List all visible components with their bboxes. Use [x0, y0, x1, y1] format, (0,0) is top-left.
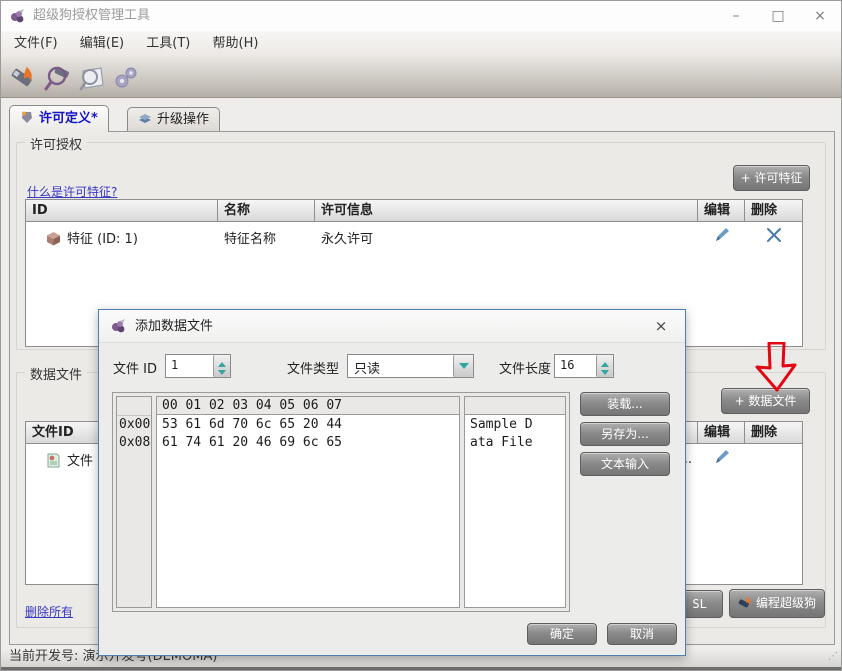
- file-type-value: 只读: [348, 355, 453, 377]
- view-report-icon[interactable]: [77, 63, 107, 93]
- col-header-id[interactable]: ID: [26, 200, 218, 221]
- toolbar: [1, 57, 841, 98]
- settings-gears-icon[interactable]: [111, 63, 141, 93]
- feature-id-text: 特征 (ID: 1): [67, 232, 138, 247]
- feature-license-text: 永久许可: [315, 228, 698, 247]
- add-datafile-dialog: 添加数据文件 × 文件 ID 1 文件类型 只读 文件长度 16 0x00 0x…: [98, 309, 686, 656]
- inspect-dongle-icon[interactable]: [43, 63, 73, 93]
- hex-bytes[interactable]: 61 74 61 20 46 69 6c 65: [157, 434, 459, 452]
- spin-up-icon[interactable]: [597, 355, 613, 366]
- tab-license-definition[interactable]: 许可定义*: [9, 105, 109, 132]
- datafile-id-text: 文件: [67, 454, 93, 469]
- license-tab-icon: [20, 110, 34, 124]
- cancel-button[interactable]: 取消: [607, 623, 677, 645]
- col-header-name[interactable]: 名称: [218, 200, 315, 221]
- hex-address: 0x00: [117, 416, 151, 434]
- resize-grip[interactable]: ⋰: [828, 651, 838, 662]
- delete-icon[interactable]: [764, 226, 784, 244]
- minimize-button[interactable]: –: [715, 1, 757, 31]
- menu-file[interactable]: 文件(F): [5, 31, 67, 57]
- dialog-close-icon[interactable]: ×: [649, 310, 673, 343]
- menu-edit[interactable]: 编辑(E): [71, 31, 133, 57]
- delete-all-link[interactable]: 删除所有: [25, 603, 73, 620]
- edit-icon[interactable]: [712, 226, 732, 244]
- spin-down-icon[interactable]: [597, 366, 613, 377]
- what-is-feature-link[interactable]: 什么是许可特征?: [27, 183, 117, 200]
- hex-column-header: 00 01 02 03 04 05 06 07: [156, 396, 460, 415]
- tab-label: 升级操作: [157, 112, 209, 127]
- menu-tools[interactable]: 工具(T): [137, 31, 199, 57]
- hex-address-column: 0x00 0x08: [116, 396, 152, 608]
- features-table-header: ID 名称 许可信息 编辑 删除: [26, 200, 802, 222]
- col-header-edit[interactable]: 编辑: [698, 422, 745, 443]
- program-dog-label: 编程超级狗: [756, 596, 816, 610]
- spin-up-icon[interactable]: [214, 355, 230, 366]
- hex-bytes[interactable]: 53 61 6d 70 6c 65 20 44: [157, 416, 459, 434]
- file-type-select[interactable]: 只读: [347, 354, 474, 378]
- tab-upgrade-operations[interactable]: 升级操作: [127, 107, 220, 132]
- feature-cube-icon: [46, 231, 61, 246]
- tab-label: 许可定义*: [39, 111, 98, 126]
- menu-bar: 文件(F) 编辑(E) 工具(T) 帮助(H): [1, 31, 841, 57]
- program-dog-button[interactable]: 编程超级狗: [729, 589, 825, 618]
- close-button[interactable]: ×: [799, 1, 841, 31]
- app-logo-icon: [10, 8, 26, 24]
- chevron-down-icon[interactable]: [453, 355, 473, 377]
- annotation-arrow-icon: [753, 342, 799, 392]
- file-length-label: 文件长度: [499, 358, 551, 377]
- menu-help[interactable]: 帮助(H): [204, 31, 268, 57]
- file-id-stepper[interactable]: 1: [165, 354, 231, 378]
- upgrade-tab-icon: [138, 111, 152, 125]
- load-button[interactable]: 装载...: [580, 392, 670, 416]
- file-type-label: 文件类型: [287, 358, 339, 377]
- col-header-license-info[interactable]: 许可信息: [315, 200, 698, 221]
- maximize-button[interactable]: □: [757, 1, 799, 31]
- hex-editor[interactable]: 0x00 0x08 00 01 02 03 04 05 06 07 53 61 …: [112, 392, 570, 612]
- dialog-title: 添加数据文件: [135, 310, 213, 343]
- ascii-text[interactable]: Sample D: [465, 416, 565, 434]
- file-length-value[interactable]: 16: [555, 355, 596, 377]
- ascii-text[interactable]: ata File: [465, 434, 565, 452]
- feature-row[interactable]: 特征 (ID: 1) 特征名称 永久许可: [26, 222, 802, 252]
- spin-down-icon[interactable]: [214, 366, 230, 377]
- edit-icon[interactable]: [712, 448, 732, 466]
- file-id-value[interactable]: 1: [166, 355, 213, 377]
- ascii-column-header: [464, 396, 566, 415]
- dialog-logo-icon: [111, 318, 127, 334]
- window-title: 超级狗授权管理工具: [33, 1, 150, 31]
- title-bar: 超级狗授权管理工具 – □ ×: [1, 1, 841, 31]
- app-window: 超级狗授权管理工具 – □ × 文件(F) 编辑(E) 工具(T) 帮助(H): [0, 0, 842, 671]
- hex-bytes-column[interactable]: 00 01 02 03 04 05 06 07 53 61 6d 70 6c 6…: [156, 396, 460, 608]
- text-input-button[interactable]: 文本输入: [580, 452, 670, 476]
- save-as-button[interactable]: 另存为...: [580, 422, 670, 446]
- hex-ascii-column[interactable]: Sample D ata File: [464, 396, 566, 608]
- spinner-buttons[interactable]: [596, 355, 613, 377]
- license-group-title: 许可授权: [25, 134, 87, 153]
- ok-button[interactable]: 确定: [527, 623, 597, 645]
- feature-name-text: 特征名称: [218, 228, 315, 247]
- col-header-edit[interactable]: 编辑: [698, 200, 745, 221]
- dialog-title-bar: 添加数据文件 ×: [99, 310, 685, 343]
- dongle-flame-icon: [738, 596, 753, 610]
- program-dongle-icon[interactable]: [9, 63, 39, 93]
- add-feature-button[interactable]: + 许可特征: [733, 165, 810, 191]
- file-id-label: 文件 ID: [113, 358, 157, 377]
- col-header-delete[interactable]: 删除: [745, 422, 802, 443]
- datafile-doc-icon: [46, 453, 61, 468]
- spinner-buttons[interactable]: [213, 355, 230, 377]
- col-header-delete[interactable]: 删除: [745, 200, 802, 221]
- datafile-group-title: 数据文件: [25, 364, 87, 383]
- file-length-stepper[interactable]: 16: [554, 354, 614, 378]
- hex-address: 0x08: [117, 434, 151, 452]
- window-bottom-edge: [1, 667, 841, 671]
